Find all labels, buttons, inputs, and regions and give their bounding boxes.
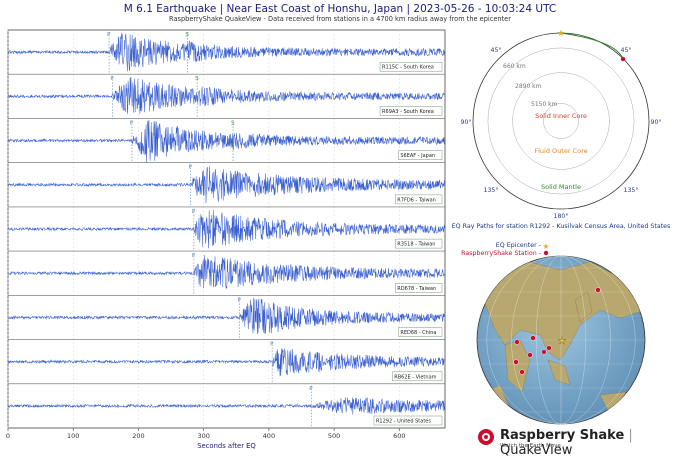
angle-label: 135° bbox=[624, 186, 639, 194]
x-axis-label: Seconds after EQ bbox=[197, 442, 256, 450]
waveform-trace bbox=[8, 348, 445, 376]
depth-label: 2890 km bbox=[515, 83, 542, 90]
x-tick-label: 500 bbox=[328, 432, 340, 440]
x-tick-label: 300 bbox=[197, 432, 209, 440]
legend-station-label: RaspberryShake Station - bbox=[461, 250, 541, 257]
angle-label: 90° bbox=[461, 118, 472, 126]
legend-station-dot-icon bbox=[544, 251, 548, 255]
logo-brand: Raspberry Shake bbox=[500, 428, 624, 443]
x-tick-label: 400 bbox=[263, 432, 275, 440]
logo-tagline: Watch the Earth Move bbox=[500, 443, 561, 449]
waveform-trace bbox=[8, 120, 445, 162]
globe-epicenter-star-icon: ★ bbox=[558, 336, 567, 347]
raspberry-logo-icon bbox=[478, 429, 494, 445]
station-label: R115C - South Korea bbox=[382, 65, 434, 71]
station-label: R69A3 - South Korea bbox=[382, 109, 434, 115]
globe-station-dot bbox=[515, 340, 520, 345]
logo-separator: | bbox=[624, 428, 633, 443]
raspberry-shake-logo: Raspberry Shake | QuakeView Watch the Ea… bbox=[478, 428, 678, 452]
globe-station-dot bbox=[542, 350, 547, 355]
x-tick-label: 600 bbox=[393, 432, 405, 440]
station-label: R3518 - Taiwan bbox=[397, 242, 435, 248]
waveform-trace bbox=[8, 166, 445, 203]
waveform-trace bbox=[8, 298, 445, 334]
x-tick-label: 100 bbox=[67, 432, 79, 440]
angle-label: 180° bbox=[554, 212, 569, 220]
x-tick-label: 0 bbox=[6, 432, 10, 440]
s-arrival-label: S bbox=[195, 76, 199, 82]
station-label: S6EAF - Japan bbox=[400, 153, 435, 159]
p-arrival-label: P bbox=[192, 253, 196, 259]
angle-label: 90° bbox=[651, 118, 662, 126]
s-arrival-label: S bbox=[231, 120, 235, 126]
p-arrival-label: P bbox=[107, 32, 111, 38]
p-arrival-label: P bbox=[192, 209, 196, 215]
mantle-label: Solid Mantle bbox=[541, 183, 581, 191]
globe-station-dot bbox=[520, 370, 525, 375]
p-arrival-label: P bbox=[130, 120, 134, 126]
inner-core-label: Solid Inner Core bbox=[535, 112, 587, 120]
globe-station-dot bbox=[596, 288, 601, 293]
angle-label: 45° bbox=[491, 46, 502, 54]
legend-epicenter-label: EQ Epicenter - bbox=[496, 242, 541, 249]
station-label: R7FD6 - Taiwan bbox=[397, 197, 436, 203]
seismogram-chart: P S R115C - South Korea P S R69A3 - South Kor… bbox=[0, 0, 680, 453]
globe-station-dot bbox=[547, 346, 552, 351]
p-arrival-label: P bbox=[110, 76, 114, 82]
station-dot-icon bbox=[621, 57, 625, 61]
outer-core-label: Fluid Outer Core bbox=[534, 147, 587, 155]
legend-star-icon: ★ bbox=[542, 242, 549, 251]
station-label: RD678 - Taiwan bbox=[397, 286, 436, 292]
ray-diagram-caption: EQ Ray Paths for station R1292 - Kusilva… bbox=[452, 223, 671, 230]
station-label: RED68 - China bbox=[400, 330, 436, 336]
globe-station-dot bbox=[514, 360, 519, 365]
waveform-trace bbox=[8, 33, 445, 71]
p-arrival-label: P bbox=[189, 165, 193, 171]
waveform-trace bbox=[8, 77, 445, 114]
depth-label: 5150 km bbox=[531, 101, 558, 108]
station-label: RB62E - Vietnam bbox=[394, 374, 436, 380]
waveform-trace bbox=[8, 397, 445, 414]
angle-label: 45° bbox=[621, 46, 632, 54]
waveform-trace bbox=[8, 255, 445, 289]
depth-label: 660 km bbox=[503, 63, 526, 70]
station-label: R1292 - United States bbox=[376, 419, 431, 425]
globe-station-dot bbox=[531, 336, 536, 341]
p-arrival-label: P bbox=[309, 386, 313, 392]
waveform-trace bbox=[8, 210, 445, 249]
p-arrival-label: P bbox=[238, 297, 242, 303]
x-tick-label: 200 bbox=[132, 432, 144, 440]
s-arrival-label: S bbox=[185, 32, 189, 38]
globe-station-dot bbox=[528, 353, 533, 358]
epicenter-star-icon: ★ bbox=[557, 29, 565, 39]
angle-label: 135° bbox=[484, 186, 499, 194]
p-arrival-label: P bbox=[270, 342, 274, 348]
